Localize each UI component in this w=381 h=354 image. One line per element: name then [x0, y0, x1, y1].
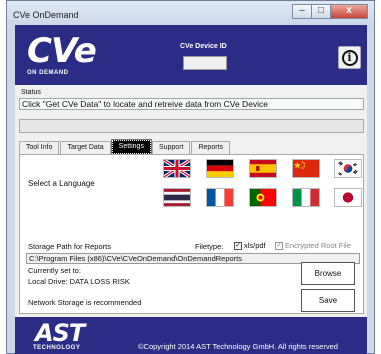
close-button[interactable]: x — [330, 4, 368, 19]
thailand-flag-icon[interactable] — [163, 188, 191, 207]
status-label: Status — [21, 89, 41, 96]
ast-logo: AST — [35, 319, 85, 347]
info-icon: i — [341, 49, 358, 66]
browse-button[interactable]: Browse — [301, 262, 355, 285]
cve-logo: CVe — [27, 31, 97, 71]
tab-support[interactable]: Support — [151, 141, 191, 154]
device-id-field[interactable] — [183, 56, 227, 70]
france-flag-icon[interactable] — [206, 188, 234, 207]
save-button[interactable]: Save — [301, 289, 355, 312]
network-recommendation-label: Network Storage is recommended — [28, 298, 142, 307]
tab-bar: Tool Info Target Data Settings Support R… — [19, 139, 231, 155]
footer-banner: AST TECHNOLOGY ©Copyright 2014 AST Techn… — [15, 317, 367, 354]
app-header: CVe ON DEMAND CVe Device ID i — [15, 25, 367, 85]
maximize-button[interactable]: □ — [311, 4, 331, 19]
spain-flag-icon[interactable] — [249, 159, 277, 178]
xls-pdf-checkbox[interactable]: ✓ xls/pdf — [234, 241, 266, 250]
language-label: Select a Language — [28, 179, 95, 188]
app-window: CVe OnDemand – □ x CVe ON DEMAND CVe Dev… — [6, 0, 375, 354]
tab-reports[interactable]: Reports — [191, 141, 230, 154]
encrypted-check-icon: ✓ — [275, 241, 283, 250]
tab-settings[interactable]: Settings — [110, 139, 152, 155]
encrypted-root-file-label: Encrypted Root File — [285, 241, 351, 250]
progress-bar — [19, 119, 364, 133]
copyright-text: ©Copyright 2014 AST Technology GmbH. All… — [138, 342, 338, 351]
italy-flag-icon[interactable] — [292, 188, 320, 207]
portugal-flag-icon[interactable] — [249, 188, 277, 207]
device-id-label: CVe Device ID — [180, 43, 227, 50]
tab-tool-info[interactable]: Tool Info — [19, 141, 60, 154]
tab-target-data[interactable]: Target Data — [60, 141, 111, 154]
uk-flag-icon[interactable] — [163, 159, 191, 178]
minimize-button[interactable]: – — [292, 4, 312, 19]
main-panel: Status Click "Get CVe Data" to locate an… — [15, 85, 367, 317]
window-controls: – □ x — [292, 4, 368, 19]
xls-pdf-check-icon: ✓ — [234, 241, 242, 250]
currently-set-label: Currently set to: — [28, 266, 81, 275]
info-button[interactable]: i — [338, 46, 361, 69]
germany-flag-icon[interactable] — [206, 159, 234, 178]
storage-path-label: Storage Path for Reports — [28, 242, 111, 251]
status-message: Click "Get CVe Data" to locate and retre… — [19, 98, 364, 110]
window-title: CVe OnDemand — [13, 10, 79, 20]
settings-tab-panel: Select a Language Storage Path for Repor… — [19, 154, 364, 314]
drive-warning-label: Local Drive: DATA LOSS RISK — [28, 277, 130, 286]
xls-pdf-label: xls/pdf — [244, 241, 266, 250]
ast-logo-subtext: TECHNOLOGY — [33, 345, 81, 351]
japan-flag-icon[interactable] — [334, 188, 362, 207]
south-korea-flag-icon[interactable] — [334, 159, 362, 178]
china-flag-icon[interactable] — [292, 159, 320, 178]
cve-logo-subtext: ON DEMAND — [27, 70, 69, 76]
encrypted-root-file-checkbox[interactable]: ✓ Encrypted Root File — [275, 241, 351, 250]
filetype-label: Filetype: — [195, 242, 224, 251]
